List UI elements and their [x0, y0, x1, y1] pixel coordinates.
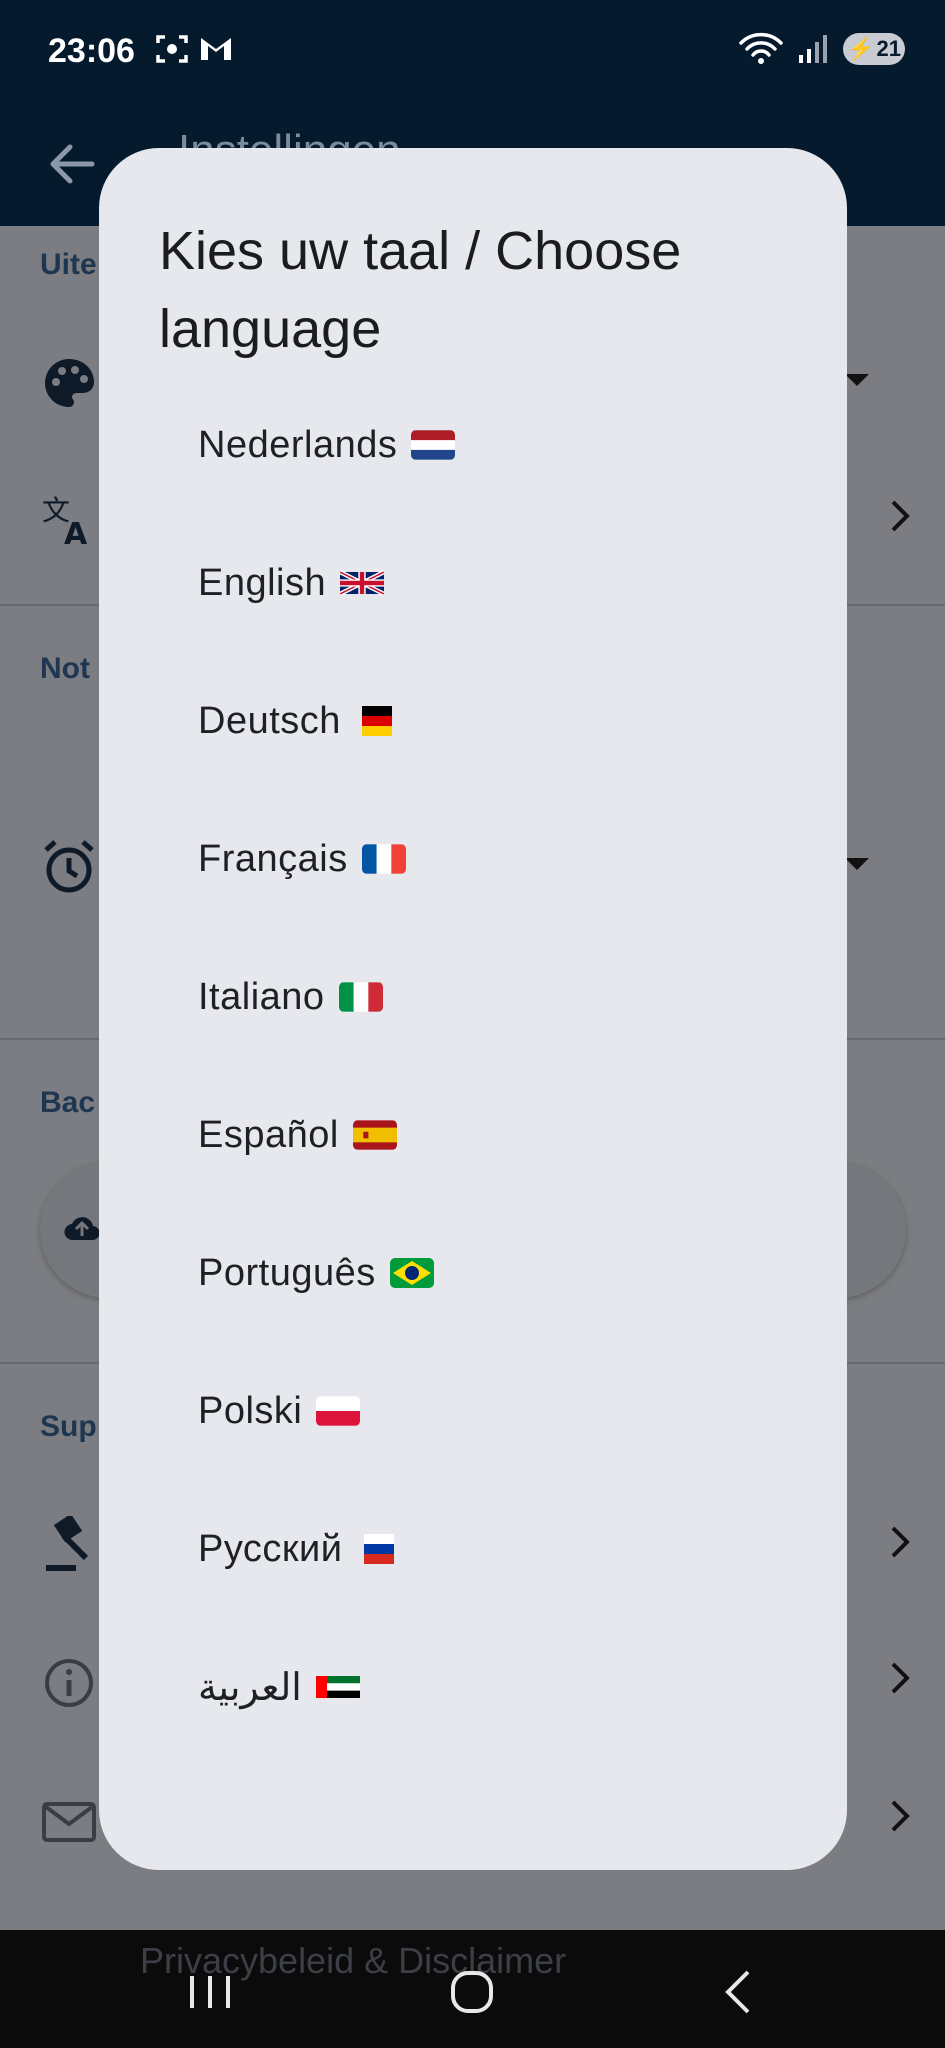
language-option-portugues[interactable]: Português	[99, 1204, 847, 1342]
br-flag-icon	[389, 1258, 434, 1288]
svg-text:A: A	[64, 517, 88, 548]
dropdown-caret-icon	[845, 374, 869, 386]
status-bar: 23:06 ⚡ 21	[0, 0, 945, 102]
language-label: Nederlands	[198, 423, 398, 466]
mail-icon	[42, 1802, 96, 1842]
language-label: العربية	[198, 1666, 302, 1709]
language-label: Polski	[198, 1389, 303, 1432]
screen-capture-icon	[156, 35, 188, 63]
alarm-clock-icon	[44, 840, 94, 893]
charging-bolt-icon: ⚡	[847, 36, 875, 61]
dialog-title: Kies uw taal / Choose language	[159, 221, 682, 359]
it-flag-icon	[338, 982, 383, 1012]
language-label: Русский	[198, 1527, 343, 1570]
chevron-right-icon	[891, 1526, 910, 1558]
back-nav-icon[interactable]	[710, 1966, 770, 2018]
section-header-notifications: Not	[40, 652, 90, 685]
ae-flag-icon	[315, 1672, 360, 1702]
language-option-russian[interactable]: Русский	[99, 1480, 847, 1618]
battery-indicator: ⚡ 21	[843, 33, 905, 65]
arrow-left-icon[interactable]	[44, 136, 100, 192]
language-list: Nederlands English Deutsch Français Ital…	[99, 376, 847, 1756]
status-time: 23:06	[48, 32, 135, 70]
chevron-right-icon	[891, 1800, 910, 1832]
wifi-icon	[739, 32, 783, 64]
translate-icon: 文 A	[42, 494, 88, 548]
language-option-deutsch[interactable]: Deutsch	[99, 652, 847, 790]
language-label: Deutsch	[198, 699, 341, 742]
language-option-english[interactable]: English	[99, 514, 847, 652]
language-label: English	[198, 561, 327, 604]
language-option-francais[interactable]: Français	[99, 790, 847, 928]
language-option-nederlands[interactable]: Nederlands	[99, 376, 847, 514]
language-label: Português	[198, 1251, 376, 1294]
section-header-backup: Bac	[40, 1086, 96, 1119]
de-flag-icon	[355, 706, 399, 736]
language-option-espanol[interactable]: Español	[99, 1066, 847, 1204]
gb-flag-icon	[340, 568, 385, 598]
system-navigation-bar: Privacybeleid & Disclaimer	[0, 1930, 945, 2048]
cloud-upload-icon	[64, 1217, 100, 1241]
chevron-right-icon	[891, 1662, 910, 1694]
gmail-icon	[201, 38, 231, 60]
home-icon[interactable]	[442, 1966, 502, 2018]
language-dialog: Kies uw taal / Choose language Nederland…	[99, 148, 847, 1870]
nl-flag-icon	[411, 430, 456, 460]
gavel-icon	[46, 1516, 89, 1571]
language-option-italiano[interactable]: Italiano	[99, 928, 847, 1066]
section-header-appearance: Uite	[40, 248, 97, 281]
recent-apps-icon[interactable]	[180, 1966, 240, 2018]
signal-icon	[799, 35, 827, 63]
dropdown-caret-icon	[845, 858, 869, 870]
language-label: Français	[198, 837, 348, 880]
language-option-arabic[interactable]: العربية	[99, 1618, 847, 1756]
ru-flag-icon	[357, 1534, 401, 1564]
fr-flag-icon	[361, 844, 406, 874]
chevron-right-icon	[891, 500, 910, 532]
battery-level: 21	[876, 36, 901, 61]
pl-flag-icon	[316, 1396, 361, 1426]
palette-icon	[45, 359, 94, 407]
section-header-support: Sup	[40, 1410, 97, 1443]
es-flag-icon	[352, 1120, 397, 1150]
info-icon	[45, 1659, 93, 1707]
language-label: Italiano	[198, 975, 325, 1018]
language-option-polski[interactable]: Polski	[99, 1342, 847, 1480]
language-label: Español	[198, 1113, 339, 1156]
